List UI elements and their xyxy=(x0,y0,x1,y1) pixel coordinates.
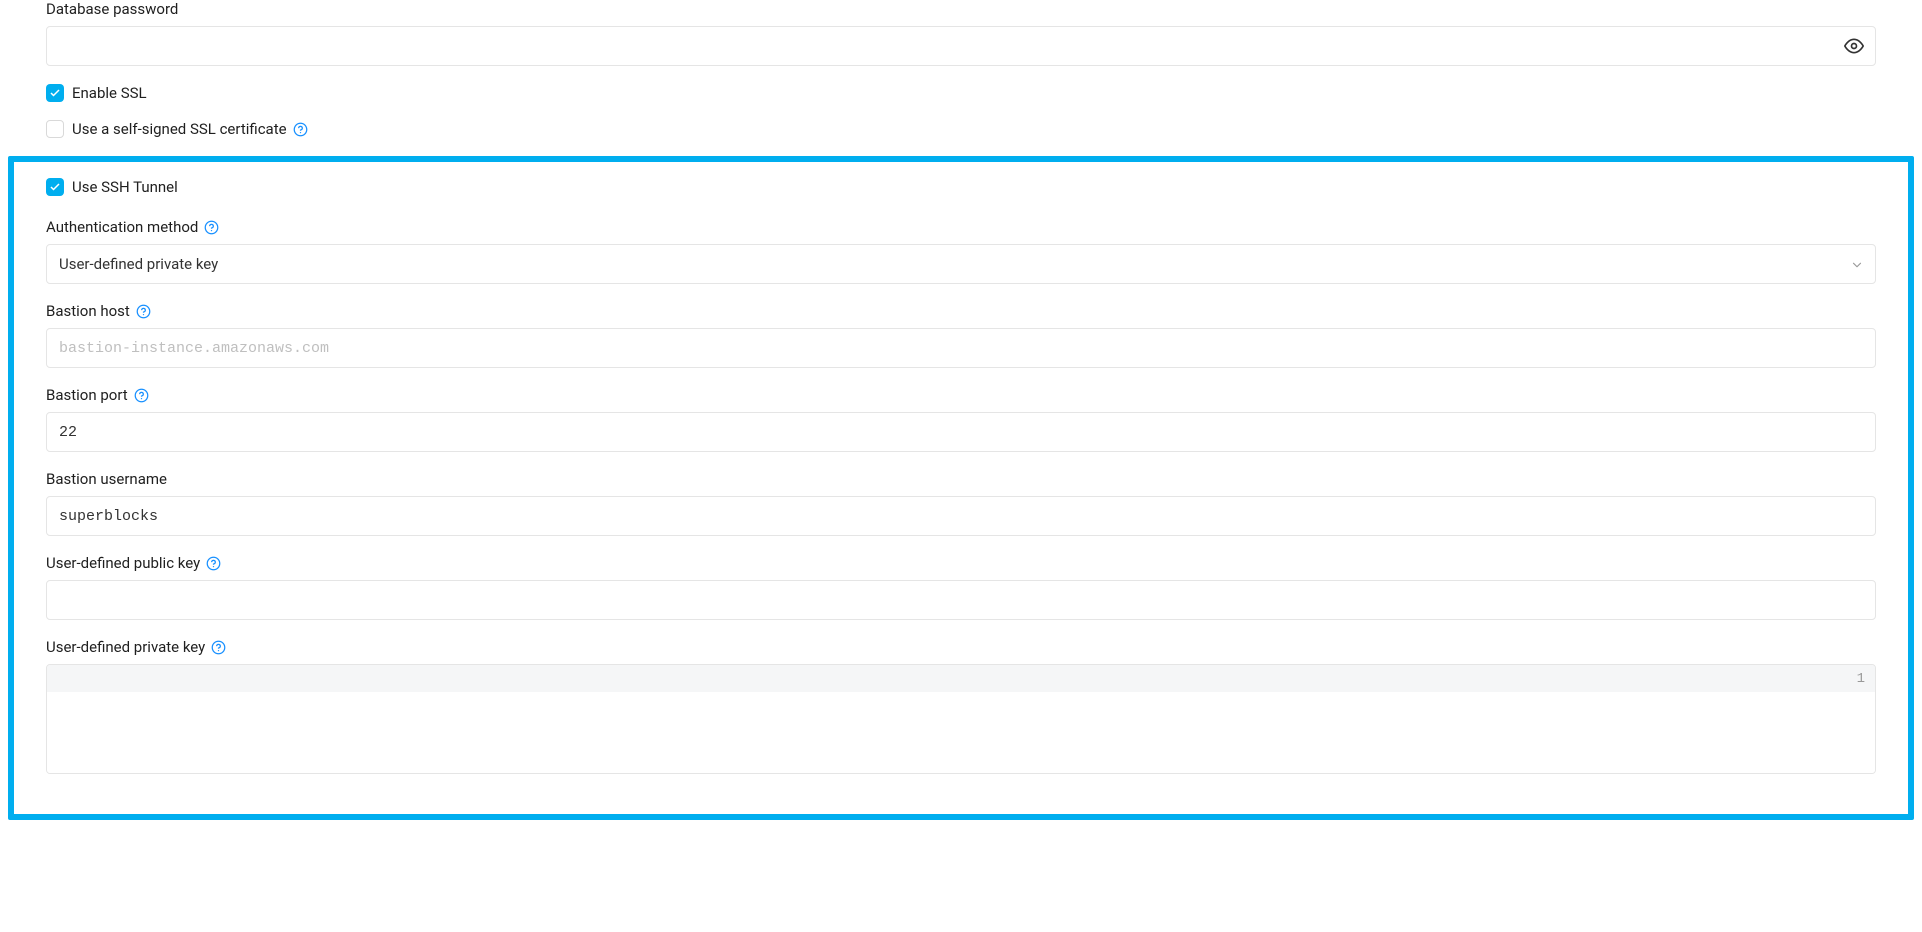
bastion-host-input[interactable] xyxy=(46,328,1876,368)
eye-icon[interactable] xyxy=(1844,36,1864,56)
private-key-label: User-defined private key xyxy=(46,638,1876,656)
database-password-input[interactable] xyxy=(46,26,1876,66)
enable-ssl-row: Enable SSL xyxy=(46,84,1876,102)
bastion-port-field: Bastion port xyxy=(46,386,1876,452)
use-ssh-tunnel-label: Use SSH Tunnel xyxy=(72,178,178,196)
public-key-field: User-defined public key xyxy=(46,554,1876,620)
bastion-username-input[interactable] xyxy=(46,496,1876,536)
help-icon[interactable] xyxy=(211,640,226,655)
bastion-host-field: Bastion host xyxy=(46,302,1876,368)
code-line-number: 1 xyxy=(47,665,1875,692)
public-key-input[interactable] xyxy=(46,580,1876,620)
help-icon[interactable] xyxy=(204,220,219,235)
bastion-port-input[interactable] xyxy=(46,412,1876,452)
auth-method-select[interactable]: User-defined private key xyxy=(46,244,1876,284)
private-key-editor[interactable]: 1 xyxy=(46,664,1876,774)
auth-method-label: Authentication method xyxy=(46,218,1876,236)
bastion-username-label: Bastion username xyxy=(46,470,1876,488)
private-key-content[interactable] xyxy=(47,692,1875,773)
help-icon[interactable] xyxy=(293,122,308,137)
self-signed-ssl-row: Use a self-signed SSL certificate xyxy=(46,120,1876,138)
help-icon[interactable] xyxy=(136,304,151,319)
enable-ssl-checkbox[interactable] xyxy=(46,84,64,102)
self-signed-ssl-label: Use a self-signed SSL certificate xyxy=(72,120,308,138)
use-ssh-tunnel-row: Use SSH Tunnel xyxy=(46,178,1876,196)
help-icon[interactable] xyxy=(206,556,221,571)
use-ssh-tunnel-checkbox[interactable] xyxy=(46,178,64,196)
help-icon[interactable] xyxy=(134,388,149,403)
self-signed-ssl-checkbox[interactable] xyxy=(46,120,64,138)
auth-method-field: Authentication method User-defined priva… xyxy=(46,218,1876,284)
bastion-port-label: Bastion port xyxy=(46,386,1876,404)
enable-ssl-label: Enable SSL xyxy=(72,84,147,102)
ssh-tunnel-section: Use SSH Tunnel Authentication method Use… xyxy=(8,156,1914,820)
private-key-field: User-defined private key 1 xyxy=(46,638,1876,774)
public-key-label: User-defined public key xyxy=(46,554,1876,572)
database-password-field: Database password xyxy=(46,0,1876,66)
bastion-username-field: Bastion username xyxy=(46,470,1876,536)
database-password-label: Database password xyxy=(46,0,1876,18)
bastion-host-label: Bastion host xyxy=(46,302,1876,320)
